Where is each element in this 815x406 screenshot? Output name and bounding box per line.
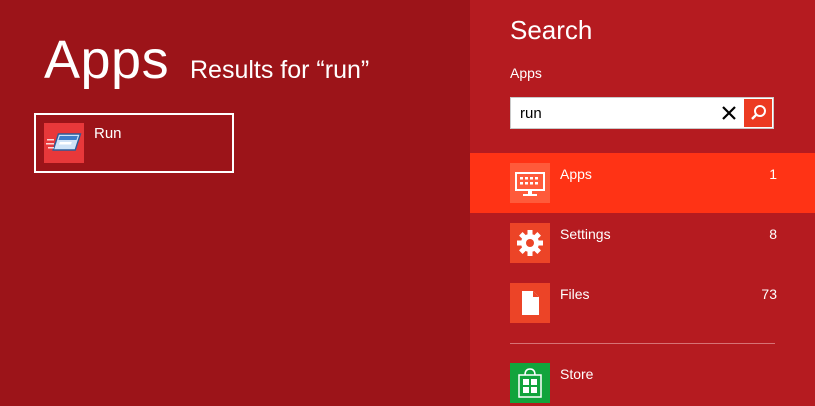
search-category-count: 73 xyxy=(761,286,777,302)
search-app-label: Store xyxy=(560,366,594,382)
app-result-label: Run xyxy=(94,125,122,142)
run-app-icon xyxy=(44,123,84,163)
search-input[interactable] xyxy=(511,98,711,128)
gear-icon xyxy=(510,223,550,263)
search-category-apps[interactable]: Apps 1 xyxy=(470,153,815,213)
store-bag-icon xyxy=(510,363,550,403)
search-category-label: Settings xyxy=(560,226,611,242)
search-category-count: 1 xyxy=(769,166,777,182)
search-icon xyxy=(751,105,766,120)
search-category-count: 8 xyxy=(769,226,777,242)
search-button[interactable] xyxy=(744,99,772,127)
screen: Apps Results for “run” Run Search Apps r… xyxy=(0,0,815,406)
charm-title: Search xyxy=(510,15,593,45)
search-category-files[interactable]: Files 73 xyxy=(470,273,815,333)
search-category-label: Files xyxy=(560,286,590,302)
search-scope-label: Apps xyxy=(510,65,542,81)
search-charm: Search Apps run Apps 1 Settings 8 Files … xyxy=(470,0,815,406)
clear-search-button[interactable] xyxy=(716,100,742,126)
document-icon xyxy=(510,283,550,323)
search-category-label: Apps xyxy=(560,166,592,182)
results-title: Apps xyxy=(44,30,170,90)
results-subtitle: Results for “run” xyxy=(190,56,370,84)
divider xyxy=(510,343,775,344)
results-pane: Apps Results for “run” Run xyxy=(0,0,470,406)
search-app-store[interactable]: Store xyxy=(470,353,815,406)
app-result-run[interactable]: Run xyxy=(34,113,234,173)
search-box xyxy=(510,97,774,129)
keyboard-monitor-icon xyxy=(510,163,550,203)
search-category-settings[interactable]: Settings 8 xyxy=(470,213,815,273)
close-icon xyxy=(722,106,736,120)
